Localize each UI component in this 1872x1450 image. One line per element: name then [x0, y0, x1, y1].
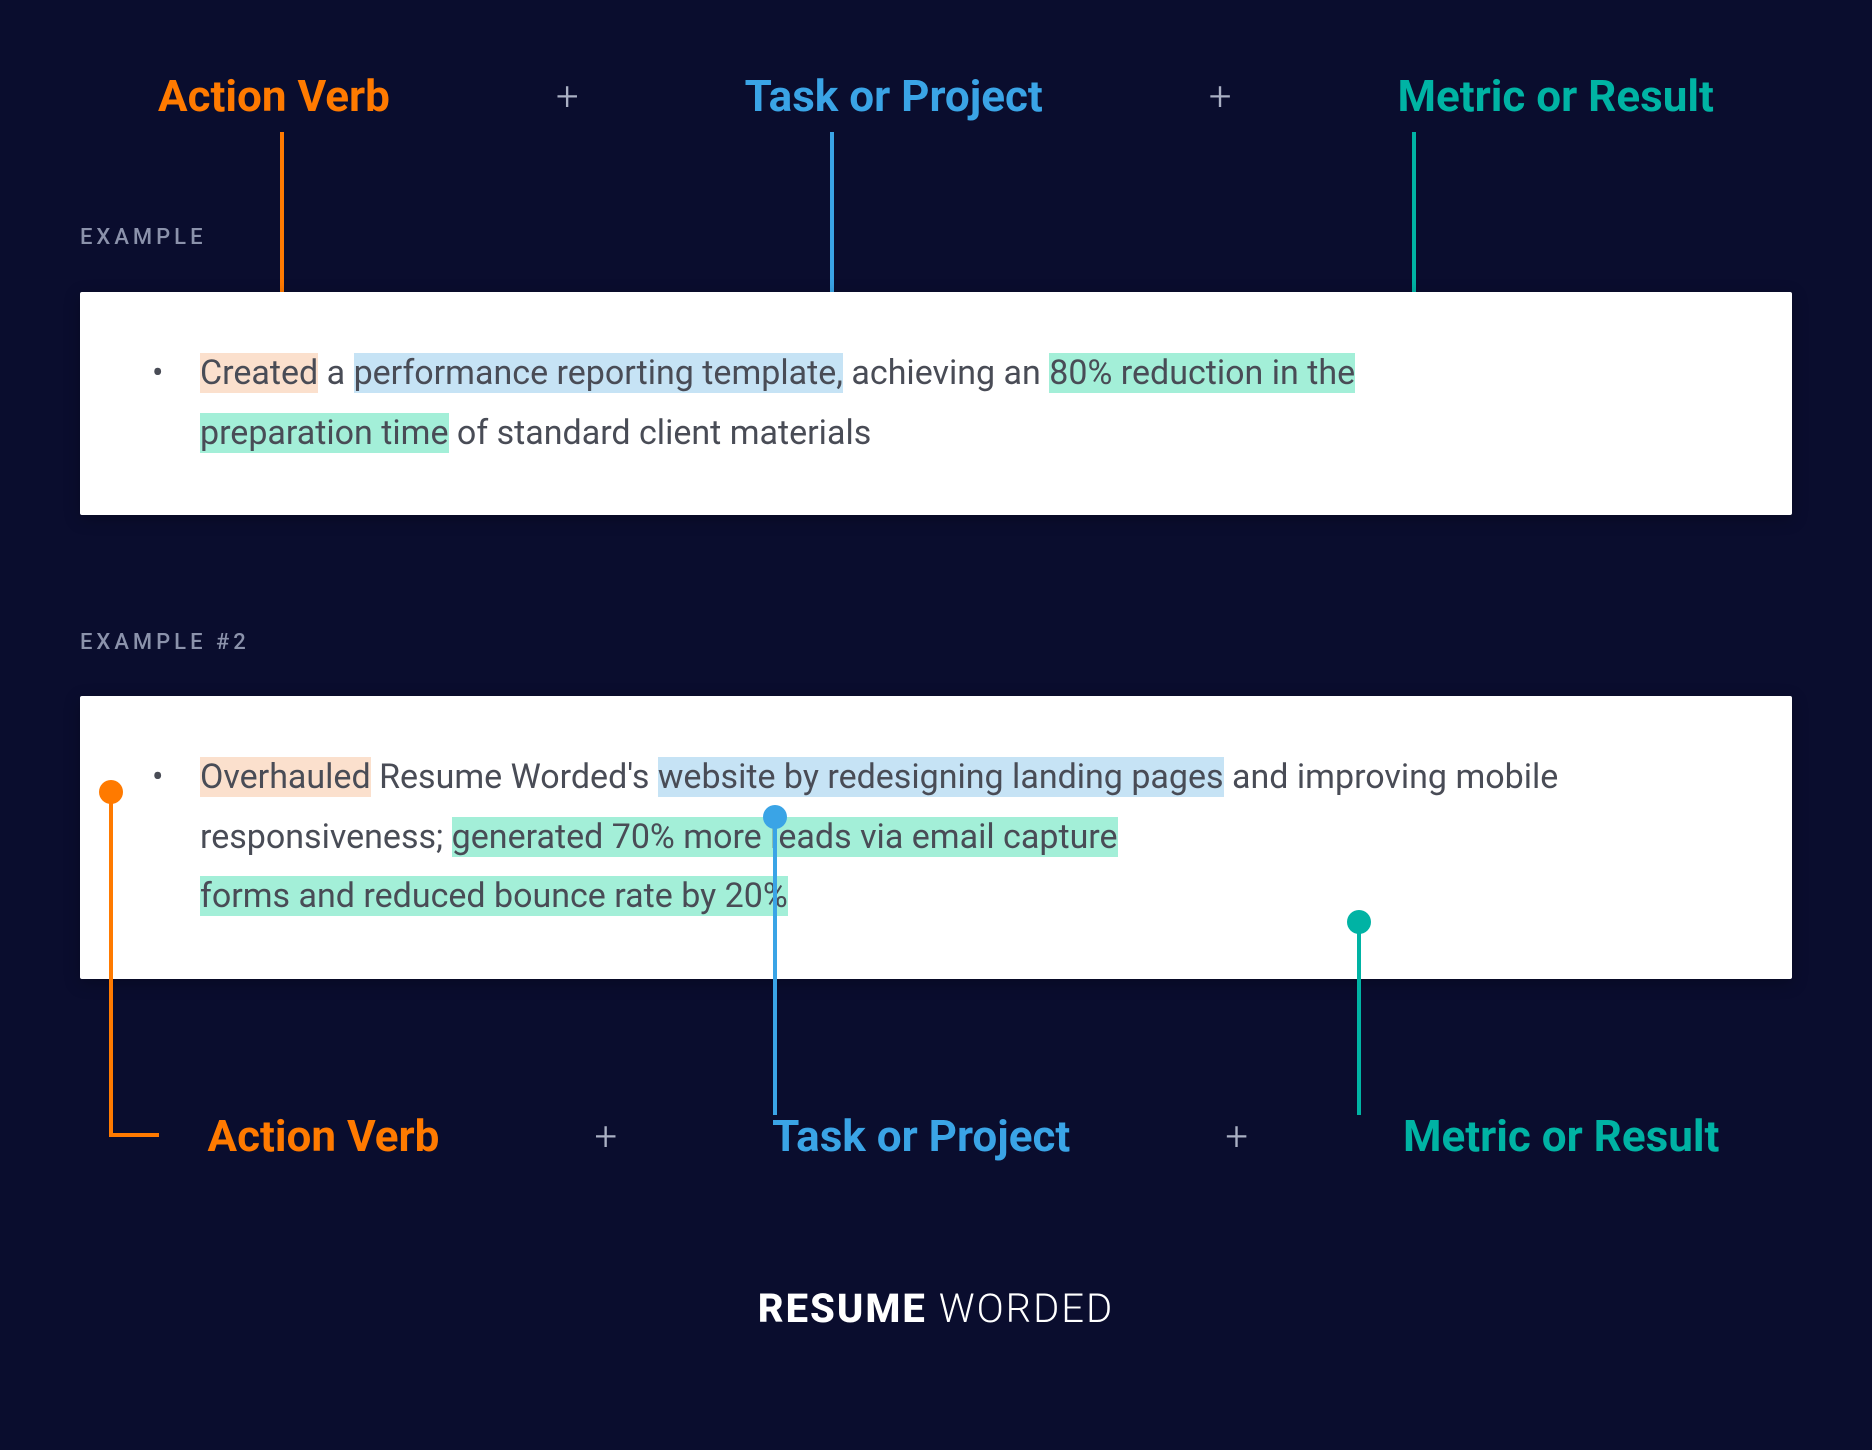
formula-action-verb: Action Verb: [208, 1110, 440, 1162]
example-label-1: EXAMPLE: [80, 225, 207, 250]
example-card-1: Created a performance reporting template…: [80, 292, 1792, 515]
ex2-verb: Overhauled: [200, 757, 371, 797]
formula-task: Task or Project: [745, 70, 1043, 122]
ex1-verb: Created: [200, 353, 318, 393]
ex1-text: achieving an: [843, 353, 1049, 393]
formula-action-verb: Action Verb: [158, 70, 390, 122]
ex1-text: of standard client materials: [449, 413, 872, 453]
ex1-task: performance reporting template,: [354, 353, 843, 393]
formula-result: Metric or Result: [1398, 70, 1714, 122]
formula-result: Metric or Result: [1403, 1110, 1719, 1162]
brand-first: RESUME: [758, 1285, 927, 1332]
ex1-result: preparation time: [200, 413, 449, 453]
ex1-result: 80% reduction in the: [1049, 353, 1355, 393]
formula-top: Action Verb + Task or Project + Metric o…: [80, 70, 1792, 122]
ex2-result: forms and reduced bounce rate by 20%: [200, 876, 788, 916]
formula-task: Task or Project: [772, 1110, 1070, 1162]
brand-second: WORDED: [939, 1285, 1115, 1332]
bullet-2: Overhauled Resume Worded's website by re…: [200, 748, 1722, 927]
ex2-result: generated 70% more leads via email captu…: [452, 817, 1118, 857]
ex2-task: website by redesigning landing pages: [658, 757, 1224, 797]
formula-bottom: Action Verb + Task or Project + Metric o…: [80, 1110, 1792, 1162]
plus-icon: +: [1225, 1113, 1248, 1160]
example-card-2: Overhauled Resume Worded's website by re…: [80, 696, 1792, 979]
ex2-text: Resume Worded's: [371, 757, 658, 797]
ex1-text: a: [318, 353, 353, 393]
plus-icon: +: [594, 1113, 617, 1160]
plus-icon: +: [556, 73, 579, 120]
example-label-2: EXAMPLE #2: [80, 630, 250, 655]
brand-logo: RESUME WORDED: [0, 1285, 1872, 1332]
bullet-1: Created a performance reporting template…: [200, 344, 1722, 463]
plus-icon: +: [1209, 73, 1232, 120]
